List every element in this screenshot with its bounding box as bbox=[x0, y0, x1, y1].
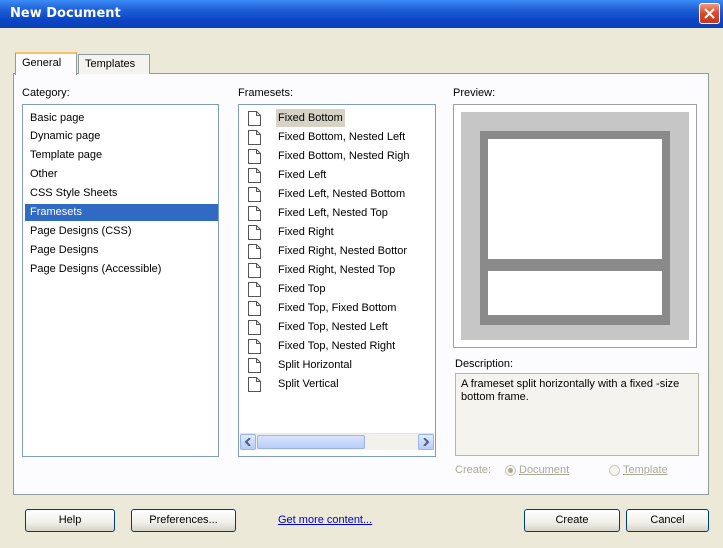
document-icon bbox=[248, 282, 261, 297]
chevron-right-icon bbox=[423, 438, 430, 446]
radio-template[interactable] bbox=[609, 465, 620, 476]
document-icon bbox=[248, 320, 261, 335]
tab-templates[interactable]: Templates bbox=[78, 54, 150, 74]
category-item-css-style-sheets[interactable]: CSS Style Sheets bbox=[27, 185, 120, 202]
document-icon bbox=[248, 225, 261, 240]
radio-template-label: Template bbox=[623, 464, 668, 476]
list-item-label: Fixed Bottom, Nested Righ bbox=[278, 150, 410, 162]
title-bar[interactable]: New Document bbox=[0, 0, 723, 28]
tab-general-label: General bbox=[22, 57, 62, 69]
new-document-dialog: New Document General Templates Category:… bbox=[0, 0, 723, 548]
help-button-label: Help bbox=[58, 514, 82, 526]
preview-frameset bbox=[480, 131, 670, 325]
list-item-label: Fixed Top bbox=[278, 283, 326, 295]
list-item-label: Split Vertical bbox=[278, 378, 339, 390]
window-title: New Document bbox=[10, 6, 121, 21]
radio-selected-dot bbox=[508, 468, 513, 473]
category-item-page-designs-css[interactable]: Page Designs (CSS) bbox=[27, 223, 135, 240]
help-button[interactable]: Help bbox=[25, 509, 115, 532]
list-item-label: Fixed Bottom, Nested Left bbox=[278, 131, 406, 143]
scroll-left-button[interactable] bbox=[240, 434, 256, 450]
category-item-page-designs-accessible[interactable]: Page Designs (Accessible) bbox=[27, 261, 164, 278]
radio-document-label: Document bbox=[519, 464, 570, 476]
category-item-page-designs[interactable]: Page Designs bbox=[27, 242, 102, 259]
category-item-template-page[interactable]: Template page bbox=[27, 147, 105, 164]
create-button-label: Create bbox=[555, 514, 589, 526]
list-item-label: Fixed Left, Nested Top bbox=[278, 207, 388, 219]
create-as-label: Create: bbox=[455, 464, 492, 476]
document-icon bbox=[248, 130, 261, 145]
create-button[interactable]: Create bbox=[524, 509, 620, 532]
preview-main-frame bbox=[488, 139, 662, 259]
cancel-button-label: Cancel bbox=[650, 514, 685, 526]
description-label: Description: bbox=[455, 358, 514, 370]
list-item-label: Fixed Left, Nested Bottom bbox=[278, 188, 406, 200]
preview-label: Preview: bbox=[453, 87, 496, 99]
preview-frame-outer bbox=[461, 112, 689, 340]
category-item-basic-page[interactable]: Basic page bbox=[27, 110, 87, 127]
list-item-label: Fixed Bottom bbox=[276, 109, 345, 127]
document-icon bbox=[248, 149, 261, 164]
preferences-button-label: Preferences... bbox=[149, 514, 218, 526]
document-icon bbox=[248, 168, 261, 183]
document-icon bbox=[248, 244, 261, 259]
tab-templates-label: Templates bbox=[85, 58, 136, 70]
preview-pane bbox=[453, 104, 697, 348]
document-icon bbox=[248, 358, 261, 373]
framesets-list[interactable]: Fixed Bottom Fixed Bottom, Nested Left F… bbox=[238, 104, 436, 457]
close-button[interactable] bbox=[699, 3, 720, 24]
list-item-label: Fixed Right, Nested Top bbox=[278, 264, 396, 276]
framesets-label: Framesets: bbox=[238, 87, 294, 99]
document-icon bbox=[248, 187, 261, 202]
category-item-other[interactable]: Other bbox=[27, 166, 61, 183]
category-item-dynamic-page[interactable]: Dynamic page bbox=[27, 128, 103, 145]
list-item-label: Fixed Right bbox=[278, 226, 334, 238]
tab-general[interactable]: General bbox=[15, 52, 77, 75]
document-icon bbox=[248, 301, 261, 316]
document-icon bbox=[248, 377, 261, 392]
list-item-label: Fixed Top, Fixed Bottom bbox=[278, 302, 397, 314]
description-text: A frameset split horizontally with a fix… bbox=[455, 373, 699, 456]
radio-document[interactable] bbox=[505, 465, 516, 476]
preferences-button[interactable]: Preferences... bbox=[131, 509, 236, 532]
chevron-left-icon bbox=[244, 438, 251, 446]
preview-bottom-frame bbox=[488, 271, 662, 315]
document-icon bbox=[248, 263, 261, 278]
get-more-content-link[interactable]: Get more content... bbox=[278, 514, 372, 526]
document-icon bbox=[248, 339, 261, 354]
category-list[interactable]: Basic page Dynamic page Template page Ot… bbox=[22, 104, 219, 457]
scroll-right-button[interactable] bbox=[418, 434, 434, 450]
list-item-label: Fixed Top, Nested Right bbox=[278, 340, 396, 352]
list-item-label: Split Horizontal bbox=[278, 359, 352, 371]
document-icon bbox=[248, 206, 261, 221]
scroll-thumb[interactable] bbox=[257, 435, 365, 449]
horizontal-scrollbar[interactable] bbox=[240, 433, 434, 450]
cancel-button[interactable]: Cancel bbox=[626, 509, 709, 532]
list-item-label: Fixed Left bbox=[278, 169, 327, 181]
list-item-label: Fixed Top, Nested Left bbox=[278, 321, 388, 333]
document-icon bbox=[248, 111, 261, 126]
category-item-framesets[interactable]: Framesets bbox=[25, 204, 218, 221]
close-icon bbox=[704, 8, 715, 19]
category-label: Category: bbox=[22, 87, 70, 99]
list-item-label: Fixed Right, Nested Bottor bbox=[278, 245, 408, 257]
